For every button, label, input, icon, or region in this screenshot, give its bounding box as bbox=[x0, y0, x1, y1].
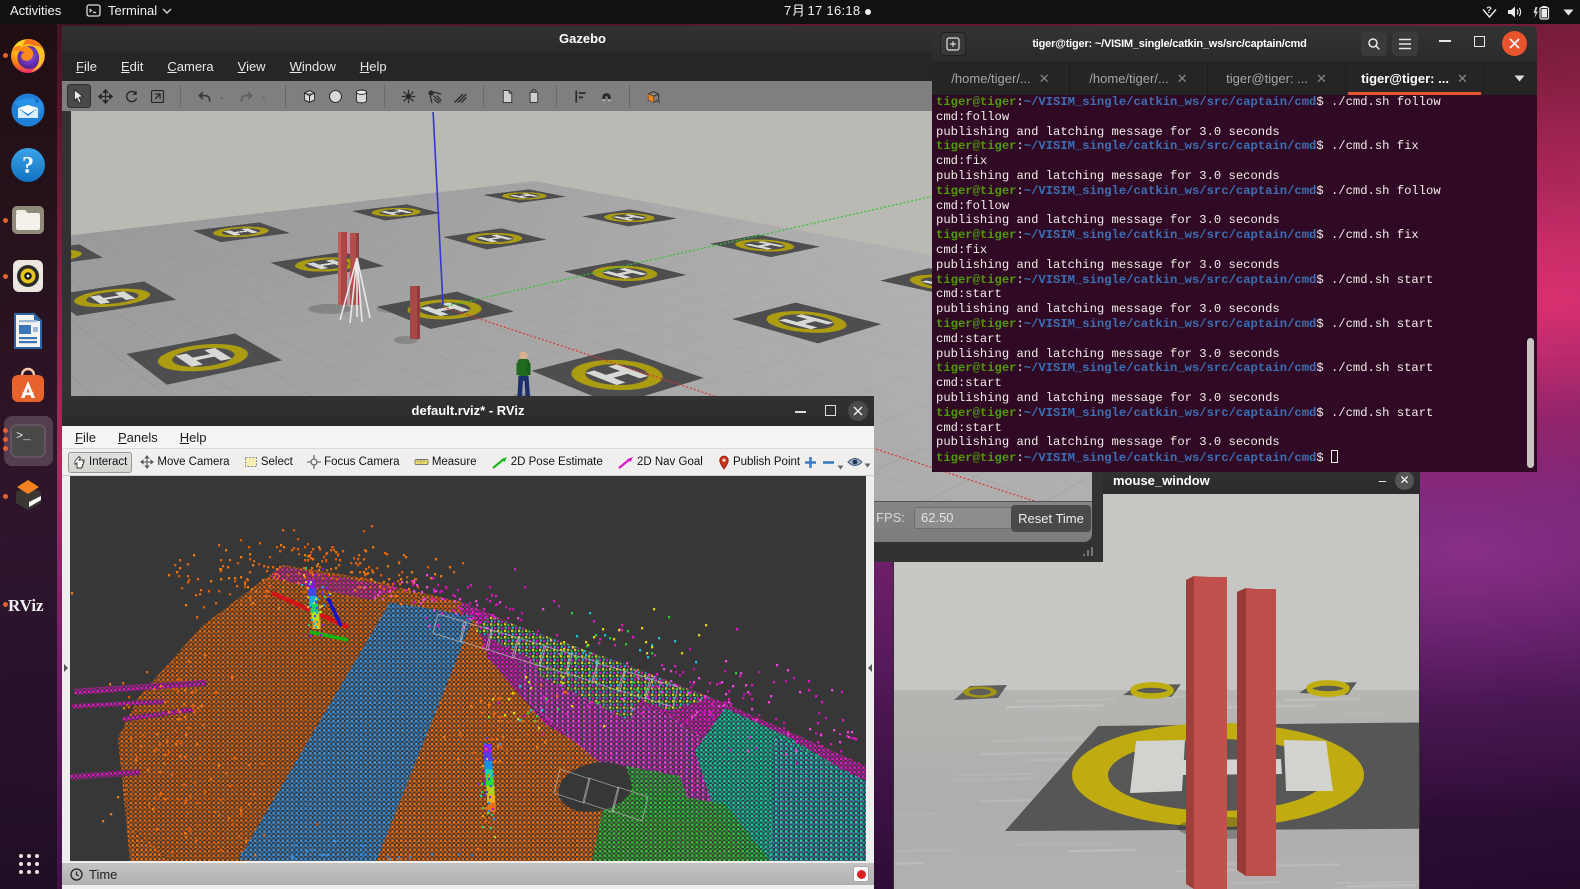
svg-text:RViz: RViz bbox=[8, 596, 44, 615]
svg-text:?: ? bbox=[22, 153, 34, 179]
svg-text:?: ? bbox=[1486, 5, 1492, 15]
svg-text:>_: >_ bbox=[16, 429, 31, 443]
